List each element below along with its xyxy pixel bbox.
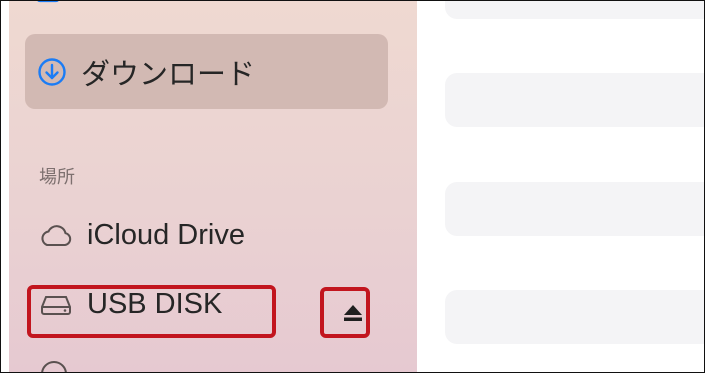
sidebar-item-partial-bottom[interactable] bbox=[39, 359, 69, 372]
sidebar-item-label: ダウンロード bbox=[81, 58, 256, 91]
content-row bbox=[445, 290, 704, 344]
sidebar-item-downloads[interactable]: ダウンロード bbox=[25, 34, 388, 109]
window-frame: ダウンロード 場所 iCloud Drive USB DISK bbox=[0, 0, 705, 373]
annotation-highlight-eject bbox=[320, 287, 370, 338]
annotation-highlight-usb-disk bbox=[27, 285, 276, 338]
sidebar-item-icloud-drive[interactable]: iCloud Drive bbox=[39, 219, 245, 252]
content-area bbox=[417, 1, 704, 372]
content-row bbox=[445, 182, 704, 236]
content-row bbox=[445, 1, 704, 19]
arrow-down-circle-icon bbox=[37, 57, 67, 87]
folder-icon bbox=[35, 1, 61, 5]
sidebar-item-label: iCloud Drive bbox=[87, 219, 245, 251]
sidebar-item-partial-top[interactable] bbox=[35, 1, 61, 5]
cloud-icon bbox=[39, 223, 73, 249]
globe-icon bbox=[39, 359, 69, 372]
content-row bbox=[445, 73, 704, 127]
section-header-locations: 場所 bbox=[39, 167, 75, 187]
